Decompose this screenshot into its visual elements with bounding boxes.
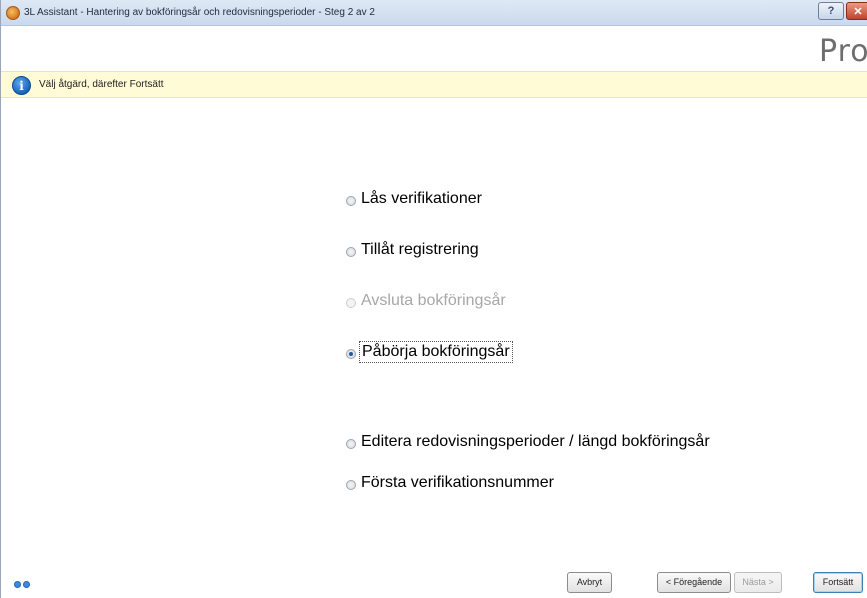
radio-label[interactable]: Första verifikationsnummer <box>361 474 554 492</box>
pro-logo: Pro <box>819 34 867 69</box>
radio-button[interactable] <box>346 480 356 490</box>
info-icon: i <box>12 76 31 95</box>
radio-label[interactable]: Lås verifikationer <box>361 190 482 208</box>
assistant-window: 3L Assistant - Hantering av bokföringsår… <box>0 0 867 598</box>
status-dot-icon <box>23 581 30 588</box>
radio-label[interactable]: Påbörja bokföringsår <box>359 341 513 363</box>
cancel-button[interactable]: Avbryt <box>567 572 612 593</box>
radio-button[interactable] <box>346 349 356 359</box>
close-button[interactable]: ✕ <box>846 2 867 20</box>
info-bar: i Välj åtgärd, därefter Fortsätt <box>1 71 867 98</box>
radio-label[interactable]: Editera redovisningsperioder / längd bok… <box>361 433 710 451</box>
radio-label[interactable]: Tillåt registrering <box>361 241 479 259</box>
info-icon-glyph: i <box>19 79 24 93</box>
close-icon: ✕ <box>853 6 863 18</box>
next-button: Nästa > <box>734 572 782 593</box>
window-title: 3L Assistant - Hantering av bokföringsår… <box>24 7 375 18</box>
app-icon <box>6 6 20 20</box>
logo-strip: Pro <box>1 26 867 71</box>
radio-button <box>346 298 356 308</box>
continue-button[interactable]: Fortsätt <box>813 572 863 593</box>
help-button[interactable]: ? <box>818 2 844 20</box>
radio-button[interactable] <box>346 247 356 257</box>
help-icon: ? <box>827 5 835 17</box>
radio-button[interactable] <box>346 439 356 449</box>
radio-label: Avsluta bokföringsår <box>361 292 506 309</box>
status-dot-icon <box>14 581 21 588</box>
info-message: Välj åtgärd, därefter Fortsätt <box>39 79 164 90</box>
radio-button[interactable] <box>346 196 356 206</box>
previous-button[interactable]: < Föregående <box>657 572 731 593</box>
title-bar[interactable]: 3L Assistant - Hantering av bokföringsår… <box>1 0 867 26</box>
